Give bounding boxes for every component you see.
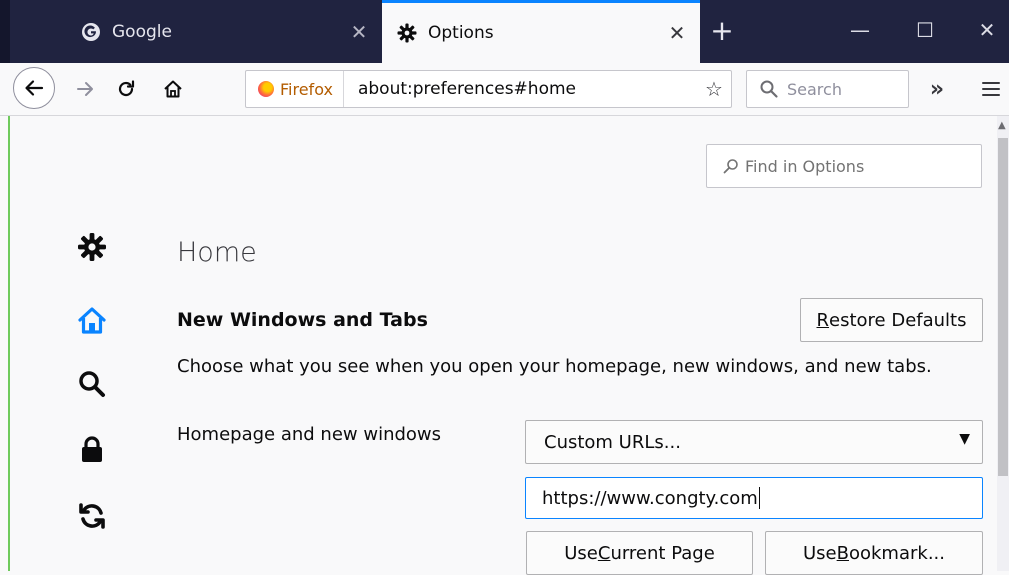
dropdown-caret-icon: ▼ bbox=[959, 431, 970, 447]
use-bookmark-button[interactable]: Use Bookmark... bbox=[765, 531, 983, 575]
close-tab-options-icon[interactable]: ✕ bbox=[664, 21, 690, 45]
hamburger-menu-icon[interactable] bbox=[976, 71, 1006, 107]
category-general[interactable] bbox=[70, 225, 114, 269]
restore-defaults-button[interactable]: Restore Defaults bbox=[800, 298, 983, 342]
use-current-accesskey: C bbox=[597, 542, 611, 564]
back-arrow-icon[interactable] bbox=[13, 67, 55, 109]
use-bookmark-after: ookmark... bbox=[848, 542, 945, 564]
search-bar[interactable]: Search bbox=[746, 70, 909, 108]
homepage-label: Homepage and new windows bbox=[177, 424, 442, 445]
use-current-before: Use bbox=[564, 542, 598, 564]
text-cursor bbox=[758, 487, 760, 509]
scroll-up-arrow-icon[interactable]: ▲ bbox=[998, 120, 1006, 131]
forward-arrow-icon[interactable] bbox=[70, 73, 102, 105]
new-tab-plus-icon[interactable]: + bbox=[705, 14, 739, 48]
google-g-icon bbox=[80, 21, 102, 43]
find-in-options-input[interactable]: Find in Options bbox=[706, 144, 982, 188]
maximize-icon[interactable]: ☐ bbox=[910, 18, 940, 42]
close-tab-google-icon[interactable]: ✕ bbox=[346, 20, 372, 44]
gear-icon bbox=[396, 22, 418, 44]
homepage-url-input[interactable]: https://www.congty.com bbox=[525, 477, 983, 519]
use-current-page-button[interactable]: Use Current Page bbox=[526, 531, 753, 575]
tab-strip-edge bbox=[0, 0, 10, 63]
find-placeholder: Find in Options bbox=[745, 156, 865, 176]
page-title: Home bbox=[177, 237, 257, 268]
homepage-url-value: https://www.congty.com bbox=[542, 487, 758, 509]
identity-label: Firefox bbox=[280, 79, 333, 99]
lock-icon bbox=[82, 436, 102, 462]
scrollbar-thumb[interactable] bbox=[998, 138, 1008, 476]
homepage-select[interactable]: Custom URLs... ▼ bbox=[525, 420, 983, 464]
window-edge bbox=[8, 116, 10, 571]
category-search[interactable] bbox=[70, 362, 114, 406]
tab-strip: Google ✕ Options ✕ + — ☐ ✕ bbox=[0, 0, 1009, 63]
reload-icon[interactable] bbox=[110, 73, 142, 105]
search-magnifier-icon bbox=[760, 80, 778, 98]
restore-accesskey: R bbox=[816, 309, 830, 331]
restore-label-rest: estore Defaults bbox=[829, 309, 967, 331]
address-bar[interactable]: Firefox about:preferences#home ☆ bbox=[245, 70, 732, 108]
use-bookmark-before: Use bbox=[802, 542, 837, 564]
use-current-after: urrent Page bbox=[610, 542, 715, 564]
homepage-select-value: Custom URLs... bbox=[544, 431, 681, 453]
url-text[interactable]: about:preferences#home bbox=[344, 79, 697, 99]
search-icon bbox=[79, 371, 105, 397]
section-title: New Windows and Tabs bbox=[177, 309, 428, 331]
bookmark-star-icon[interactable]: ☆ bbox=[697, 77, 731, 101]
firefox-logo-icon bbox=[258, 81, 274, 97]
search-placeholder: Search bbox=[787, 79, 842, 99]
minimize-icon[interactable]: — bbox=[845, 18, 875, 42]
tab-options-label: Options bbox=[428, 23, 494, 43]
gear-icon bbox=[78, 233, 106, 261]
tab-google-label: Google bbox=[112, 21, 172, 42]
find-search-icon bbox=[723, 159, 738, 174]
close-window-icon[interactable]: ✕ bbox=[972, 18, 1002, 42]
home-icon bbox=[78, 307, 106, 334]
tab-options[interactable]: Options ✕ bbox=[382, 0, 700, 63]
navigation-toolbar: Firefox about:preferences#home ☆ Search … bbox=[0, 63, 1009, 116]
sync-icon bbox=[79, 503, 105, 529]
identity-box[interactable]: Firefox bbox=[246, 71, 344, 107]
tab-google[interactable]: Google ✕ bbox=[66, 0, 382, 63]
category-sync[interactable] bbox=[70, 494, 114, 538]
section-description: Choose what you see when you open your h… bbox=[177, 356, 932, 377]
category-home[interactable] bbox=[70, 299, 114, 343]
use-bookmark-accesskey: B bbox=[836, 542, 849, 564]
category-privacy[interactable] bbox=[70, 427, 114, 471]
overflow-chevron-icon[interactable]: » bbox=[920, 71, 954, 107]
home-icon[interactable] bbox=[157, 73, 189, 105]
scrollbar[interactable]: ▲ bbox=[997, 116, 1009, 571]
